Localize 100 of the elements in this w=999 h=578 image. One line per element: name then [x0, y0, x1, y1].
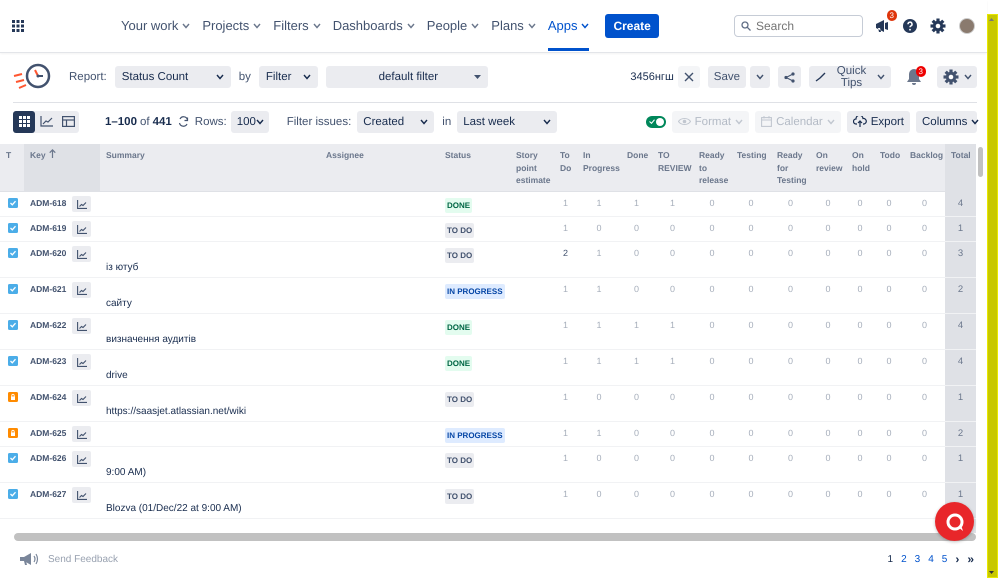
report-select[interactable]: Status Count: [114, 66, 231, 88]
chart-button[interactable]: [72, 487, 91, 503]
avatar[interactable]: [959, 18, 975, 34]
issue-key[interactable]: ADM-620: [30, 248, 66, 258]
last-page-button[interactable]: »: [966, 552, 975, 566]
nav-item[interactable]: Your work: [121, 0, 190, 51]
page-link[interactable]: 3: [914, 554, 922, 564]
nav-item[interactable]: Plans: [491, 0, 536, 51]
quick-tips-button[interactable]: Quick Tips: [809, 66, 891, 88]
issue-key[interactable]: ADM-623: [30, 356, 66, 366]
column-header[interactable]: In Progress: [583, 149, 621, 174]
column-header[interactable]: Testing: [737, 149, 771, 162]
total-cell: 3: [945, 242, 976, 277]
issue-key[interactable]: ADM-626: [30, 453, 66, 463]
issue-key[interactable]: ADM-619: [30, 223, 66, 233]
count-cell-text: 0: [886, 284, 892, 296]
scroll-up-icon[interactable]: [989, 18, 994, 21]
horizontal-scrollbar[interactable]: [14, 533, 976, 541]
lock-icon: [8, 428, 18, 438]
of-text: of: [140, 116, 150, 128]
chart-button[interactable]: [72, 451, 91, 467]
column-header[interactable]: T: [6, 149, 24, 162]
nav-item[interactable]: Apps: [548, 0, 590, 51]
column-header[interactable]: On review: [816, 149, 846, 174]
count-cell-text: 0: [886, 320, 892, 332]
issue-key[interactable]: ADM-618: [30, 198, 66, 208]
rows-select[interactable]: 100: [230, 110, 269, 132]
chevron-down-icon: [964, 74, 972, 80]
column-header[interactable]: Backlog: [910, 149, 945, 162]
issue-key[interactable]: ADM-625: [30, 428, 66, 438]
chevron-down-icon: [735, 118, 744, 124]
chart-button[interactable]: [72, 282, 91, 298]
app-switcher-icon[interactable]: [12, 20, 24, 32]
help-button[interactable]: [901, 16, 919, 34]
column-header[interactable]: Status: [445, 149, 510, 162]
nav-item[interactable]: Filters: [273, 0, 321, 51]
scroll-down-icon[interactable]: [989, 571, 994, 574]
save-options-button[interactable]: [750, 66, 770, 88]
column-header[interactable]: Summary: [106, 149, 320, 162]
page-scrollbar[interactable]: [987, 14, 998, 578]
page-link[interactable]: 4: [927, 554, 935, 564]
checkbox-icon: [8, 248, 18, 258]
count-cell-text: 0: [857, 356, 862, 368]
count-cell-text: 0: [825, 392, 830, 404]
toggle-switch[interactable]: [646, 116, 666, 128]
toolbar-button[interactable]: Columns: [916, 110, 977, 132]
column-header[interactable]: Todo: [880, 149, 904, 162]
page-link[interactable]: 2: [900, 554, 908, 564]
nav-item[interactable]: Projects: [202, 0, 262, 51]
date-field-select[interactable]: Created: [357, 110, 434, 132]
settings-icon: [942, 69, 958, 85]
refresh-icon[interactable]: [178, 116, 189, 127]
settings-button[interactable]: [929, 16, 947, 34]
group-by-select[interactable]: Filter: [258, 66, 318, 88]
search-field[interactable]: Search: [734, 14, 863, 36]
alerts-count: 3: [916, 66, 926, 77]
count-cell-text: 0: [886, 453, 892, 465]
toolbar-button[interactable]: Export: [846, 110, 910, 132]
count-cell-text: 0: [857, 428, 862, 440]
line-chart-icon: [76, 454, 86, 464]
chart-button[interactable]: [72, 354, 91, 370]
nav-item[interactable]: People: [426, 0, 480, 51]
nav-item[interactable]: Dashboards: [332, 0, 415, 51]
issue-key[interactable]: ADM-627: [30, 489, 66, 499]
chart-button[interactable]: [72, 246, 91, 262]
column-header[interactable]: Ready to release: [699, 149, 731, 186]
settings-button[interactable]: [937, 66, 977, 88]
issue-key[interactable]: ADM-621: [30, 284, 66, 294]
issue-summary: drive: [106, 370, 128, 381]
column-header[interactable]: TO REVIEW: [658, 149, 693, 174]
count-cell-text: 0: [634, 428, 639, 440]
save-button[interactable]: Save: [708, 66, 746, 88]
close-button[interactable]: [678, 66, 700, 88]
page-link[interactable]: 5: [940, 554, 948, 564]
page-link[interactable]: 1: [886, 554, 894, 564]
count-cell-text: 0: [670, 223, 675, 235]
column-header[interactable]: Assignee: [326, 149, 439, 162]
chart-button[interactable]: [72, 426, 91, 442]
view-mode-button[interactable]: [13, 110, 35, 132]
count-cell-text: 0: [886, 392, 892, 404]
create-button[interactable]: Create: [605, 14, 659, 38]
column-header[interactable]: Done: [627, 149, 652, 162]
status-badge: DONE: [445, 356, 472, 371]
chart-button[interactable]: [72, 196, 91, 212]
count-cell-text: 0: [886, 248, 892, 260]
chart-button[interactable]: [72, 390, 91, 406]
issue-key[interactable]: ADM-624: [30, 392, 66, 402]
column-header[interactable]: On hold: [852, 149, 874, 174]
next-page-button[interactable]: ›: [954, 552, 960, 566]
chart-button[interactable]: [72, 318, 91, 334]
chevron-down-icon: [756, 74, 764, 80]
chart-button[interactable]: [72, 221, 91, 237]
share-button[interactable]: [778, 66, 801, 88]
column-header[interactable]: Ready for Testing: [777, 149, 810, 186]
column-header[interactable]: Story point estimate: [516, 149, 554, 186]
issue-key[interactable]: ADM-622: [30, 320, 66, 330]
column-header[interactable]: To Do: [560, 149, 577, 174]
filter-select[interactable]: default filter: [326, 66, 488, 88]
period-select[interactable]: Last week: [457, 110, 558, 132]
sort-up-arrow-icon[interactable]: [48, 149, 56, 158]
